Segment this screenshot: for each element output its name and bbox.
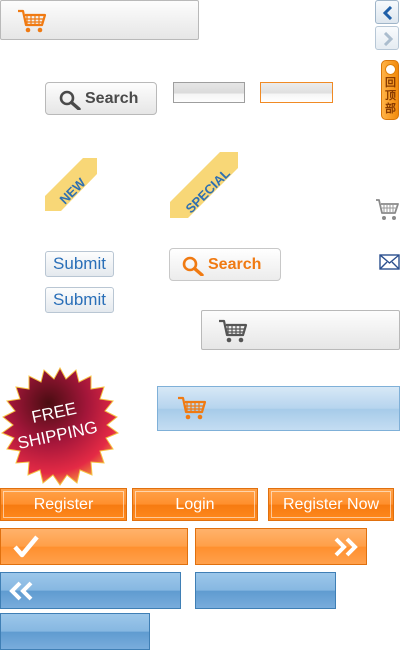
back-to-top-button[interactable]: 回顶部 xyxy=(381,60,399,120)
plain-button-orange-border[interactable] xyxy=(260,82,333,103)
search-button-orange[interactable]: Search xyxy=(169,248,281,281)
free-shipping-badge: FREE SHIPPING xyxy=(0,366,120,486)
cart-bar-top[interactable] xyxy=(0,0,199,40)
submit-button-1[interactable]: Submit xyxy=(45,251,114,277)
search-label: Search xyxy=(85,90,139,107)
checkmark-icon xyxy=(13,535,39,558)
magnifier-icon xyxy=(182,256,204,276)
double-chevron-left-icon xyxy=(9,581,33,601)
register-now-label: Register Now xyxy=(282,496,380,513)
double-chevron-right-icon xyxy=(334,537,358,557)
blue-button-small[interactable] xyxy=(0,613,150,650)
chevron-right-icon xyxy=(383,32,394,46)
special-ribbon: SPECIAL xyxy=(170,152,238,218)
small-cart-icon[interactable] xyxy=(375,198,400,222)
register-button[interactable]: Register xyxy=(0,488,127,521)
back-to-top-label: 回顶部 xyxy=(385,76,396,115)
chevron-left-icon xyxy=(382,6,393,20)
forward-button[interactable] xyxy=(195,528,367,565)
envelope-icon[interactable] xyxy=(379,254,400,270)
back-button[interactable] xyxy=(0,572,181,609)
login-label: Login xyxy=(175,496,215,513)
search-label: Search xyxy=(208,256,262,273)
shopping-cart-icon xyxy=(18,9,47,33)
confirm-button[interactable] xyxy=(0,528,188,565)
arrow-up-icon xyxy=(385,64,396,75)
blue-button[interactable] xyxy=(195,572,336,609)
new-ribbon: NEW xyxy=(45,158,97,211)
register-label: Register xyxy=(33,496,94,513)
cart-bar-blue[interactable] xyxy=(157,386,400,431)
register-now-button[interactable]: Register Now xyxy=(268,488,394,521)
search-button-grey[interactable]: Search xyxy=(45,82,157,115)
magnifier-icon xyxy=(59,90,81,110)
plain-button-grey[interactable] xyxy=(173,82,245,103)
next-button[interactable] xyxy=(375,26,399,50)
login-button[interactable]: Login xyxy=(132,488,258,521)
shopping-cart-icon xyxy=(219,319,248,343)
previous-button[interactable] xyxy=(375,0,399,24)
cart-bar-grey[interactable] xyxy=(201,310,400,350)
shopping-cart-icon xyxy=(178,396,207,420)
submit-button-2[interactable]: Submit xyxy=(45,287,114,313)
